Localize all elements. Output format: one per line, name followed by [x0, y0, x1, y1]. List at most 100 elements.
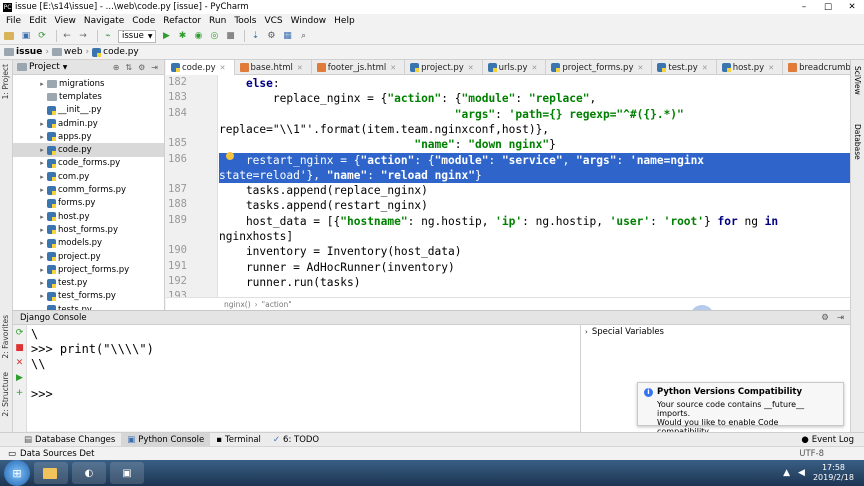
menu-file[interactable]: File [2, 16, 25, 26]
editor-tab[interactable]: project.py ✕ [405, 60, 483, 75]
tool-tab-project[interactable]: 1: Project [1, 64, 10, 99]
tab-terminal[interactable]: ▪ Terminal [210, 433, 267, 447]
tab-python-console[interactable]: ▣ Python Console [121, 432, 211, 447]
tree-expand-icon[interactable]: ▸ [37, 173, 47, 181]
tree-item[interactable]: ▸ host_forms.py [13, 223, 164, 236]
taskbar-explorer-icon[interactable] [34, 462, 68, 484]
code-breadcrumb-key[interactable]: "action" [262, 300, 292, 309]
tree-item[interactable]: ▸ models.py [13, 237, 164, 250]
menu-window[interactable]: Window [287, 16, 331, 26]
close-tab-icon[interactable]: ✕ [702, 64, 708, 72]
windows-start-icon[interactable]: ⊞ [4, 460, 30, 486]
open-folder-icon[interactable] [4, 30, 16, 42]
tree-item[interactable]: ▸ test_forms.py [13, 290, 164, 303]
menu-help[interactable]: Help [330, 16, 359, 26]
back-icon[interactable]: ← [61, 30, 73, 42]
settings-icon[interactable]: ⚙ [265, 30, 277, 42]
save-icon[interactable]: ▣ [20, 30, 32, 42]
console-output[interactable]: \ >>> print("\\\\") \\ >>> [31, 327, 571, 402]
tree-item[interactable]: ▸ project.py [13, 250, 164, 263]
maximize-button[interactable]: □ [816, 2, 840, 12]
structure-icon[interactable]: ▦ [281, 30, 293, 42]
minimize-button[interactable]: – [792, 2, 816, 12]
tool-tab-database[interactable]: Database [853, 124, 862, 160]
chevron-right-icon[interactable]: › [585, 328, 588, 336]
debug-icon[interactable]: ✱ [176, 30, 188, 42]
close-tab-icon[interactable]: ✕ [297, 64, 303, 72]
code-line[interactable] [219, 290, 850, 297]
menu-vcs[interactable]: VCS [260, 16, 286, 26]
menu-code[interactable]: Code [128, 16, 159, 26]
tree-item[interactable]: ▸ admin.py [13, 117, 164, 130]
close-tab-icon[interactable]: ✕ [468, 64, 474, 72]
volume-icon[interactable]: ◀ [798, 468, 805, 478]
code-line[interactable]: tasks.append(replace_nginx) [219, 183, 850, 198]
tree-item[interactable]: forms.py [13, 197, 164, 210]
forward-icon[interactable]: → [77, 30, 89, 42]
code-line[interactable]: state=reload'}, "name": "reload nginx"} [219, 167, 850, 184]
tool-tab-favorites[interactable]: 2: Favorites [1, 315, 10, 359]
stop-icon[interactable]: ■ [224, 30, 236, 42]
code-line[interactable]: "args": 'path={} regexp="^#({}.*)" [219, 107, 850, 122]
profile-icon[interactable]: ◎ [208, 30, 220, 42]
tree-expand-icon[interactable]: ▸ [37, 213, 47, 221]
tree-expand-icon[interactable]: ▸ [37, 253, 47, 261]
code-line[interactable]: runner.run(tasks) [219, 275, 850, 290]
menu-tools[interactable]: Tools [230, 16, 260, 26]
tree-expand-icon[interactable]: ▸ [37, 80, 47, 88]
tree-expand-icon[interactable]: ▸ [37, 266, 47, 274]
tree-item[interactable]: ▸ comm_forms.py [13, 183, 164, 196]
tree-expand-icon[interactable]: ▸ [37, 133, 47, 141]
tree-item[interactable]: ▸ com.py [13, 170, 164, 183]
menu-edit[interactable]: Edit [25, 16, 50, 26]
rerun-icon[interactable]: ⟳ [13, 325, 26, 340]
tree-expand-icon[interactable]: ▸ [37, 146, 47, 154]
tree-item[interactable]: ▸ test.py [13, 276, 164, 289]
coverage-icon[interactable]: ◉ [192, 30, 204, 42]
hide-icon[interactable]: ⇥ [837, 313, 844, 323]
code-line[interactable]: host_data = [{"hostname": ng.hostip, 'ip… [219, 214, 850, 229]
code-line[interactable]: tasks.append(restart_nginx) [219, 198, 850, 213]
run-config-select[interactable]: issue ▼ [118, 29, 157, 43]
tree-item[interactable]: __init__.py [13, 104, 164, 117]
tree-item[interactable]: ▸ migrations [13, 77, 164, 90]
project-panel-title[interactable]: Project [29, 62, 60, 72]
collapse-icon[interactable]: ⇅ [125, 63, 132, 72]
special-variables-label[interactable]: Special Variables [592, 327, 664, 337]
tree-item[interactable]: ▸ project_forms.py [13, 263, 164, 276]
stop-icon[interactable]: ■ [13, 340, 26, 355]
tree-expand-icon[interactable]: ▸ [37, 186, 47, 194]
editor-tab[interactable]: base.html ✕ [235, 60, 312, 75]
close-tab-icon[interactable]: ✕ [531, 64, 537, 72]
code-breadcrumb-function[interactable]: nginx() [224, 300, 251, 309]
tree-expand-icon[interactable]: ▸ [37, 120, 47, 128]
tool-tab-structure[interactable]: 2: Structure [1, 372, 10, 417]
taskbar-pycharm-icon[interactable]: ▣ [110, 462, 144, 484]
code-line[interactable]: inventory = Inventory(host_data) [219, 244, 850, 259]
status-message[interactable]: Data Sources Det [20, 449, 94, 459]
code-line[interactable]: replace_nginx = {"action": {"module": "r… [219, 91, 850, 106]
hide-icon[interactable]: ⇥ [151, 63, 158, 72]
network-icon[interactable]: ▲ [783, 468, 790, 478]
editor-tab[interactable]: footer_js.html ✕ [312, 60, 406, 75]
editor-tab[interactable]: host.py ✕ [717, 60, 784, 75]
tree-item[interactable]: ▸ code_forms.py [13, 157, 164, 170]
chevron-down-icon[interactable]: ▼ [63, 64, 68, 71]
menu-navigate[interactable]: Navigate [80, 16, 128, 26]
editor-tab[interactable]: test.py ✕ [652, 60, 717, 75]
event-log-button[interactable]: ● Event Log [795, 433, 864, 447]
tree-item[interactable]: ▸ code.py [13, 143, 164, 157]
breadcrumb-item-issue[interactable]: issue [4, 47, 42, 57]
menu-run[interactable]: Run [205, 16, 230, 26]
gear-icon[interactable]: ⚙ [821, 313, 829, 323]
globe-icon[interactable]: ⊕ [113, 63, 120, 72]
editor-tab[interactable]: code.py ✕ [166, 60, 235, 75]
breadcrumb-item-web[interactable]: web [51, 47, 83, 57]
code-line[interactable]: else: [219, 76, 850, 91]
tree-expand-icon[interactable]: ▸ [37, 226, 47, 234]
menu-refactor[interactable]: Refactor [159, 16, 205, 26]
editor-tab[interactable]: urls.py ✕ [483, 60, 547, 75]
tree-expand-icon[interactable]: ▸ [37, 239, 47, 247]
execute-icon[interactable]: ▶ [13, 370, 26, 385]
gear-icon[interactable]: ⚙ [138, 63, 145, 72]
